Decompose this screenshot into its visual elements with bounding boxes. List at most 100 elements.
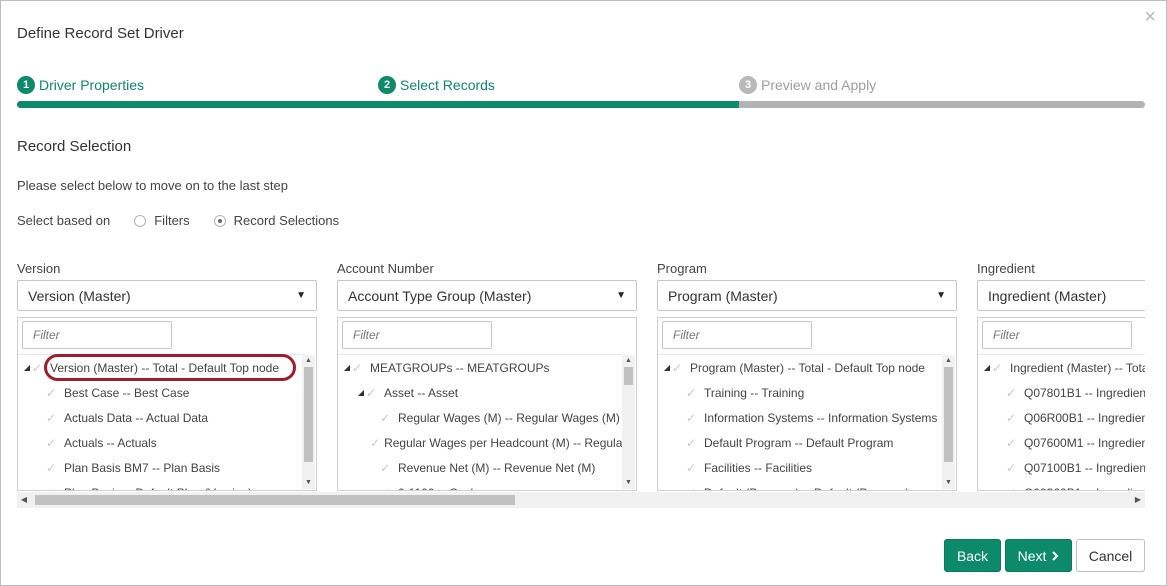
tree-row[interactable]: ✓ Default (Program) -- Default (Program): [658, 480, 942, 491]
tree-row-label: Facilities -- Facilities: [704, 460, 813, 475]
step-select-records[interactable]: 2 Select Records: [378, 76, 495, 94]
check-icon[interactable]: ✓: [46, 436, 60, 450]
filter-input[interactable]: [22, 321, 172, 349]
tree-row-label: Plan Basis BM7 -- Plan Basis: [64, 460, 221, 475]
column-version: VersionVersion (Master)▼◢✓Version (Maste…: [17, 260, 317, 491]
tree-row[interactable]: ◢ ✓ Program (Master) -- Total - Default To…: [658, 355, 942, 380]
scroll-down-icon[interactable]: ▼: [942, 477, 955, 489]
check-icon[interactable]: ✓: [380, 411, 394, 425]
tree-row-label: Regular Wages per Headcount (M) -- Regul…: [384, 435, 622, 450]
select-based-on-row: Select based on Filters Record Selection…: [17, 213, 339, 228]
check-icon[interactable]: ✓: [992, 361, 1006, 375]
radio-button[interactable]: [134, 214, 147, 227]
next-button[interactable]: Next: [1005, 539, 1072, 572]
expand-icon[interactable]: ◢: [982, 363, 992, 372]
check-icon[interactable]: ✓: [1006, 461, 1020, 475]
filter-input[interactable]: [982, 321, 1132, 349]
scroll-left-icon[interactable]: ◀: [17, 492, 31, 508]
expand-icon[interactable]: ◢: [22, 363, 32, 372]
tree-row[interactable]: ✓ Q06R00B1 -- Ingredient: [978, 405, 1145, 430]
check-icon[interactable]: ✓: [46, 486, 60, 491]
horizontal-scrollbar[interactable]: ◀ ▶: [17, 492, 1145, 508]
tree-row-label: Ingredient (Master) -- Total - Default T…: [1010, 360, 1145, 375]
tree-row[interactable]: ✓ Q07100B1 -- Ingredient: [978, 455, 1145, 480]
tree-row[interactable]: ✓ Best Case -- Best Case: [18, 380, 302, 405]
expand-icon[interactable]: ◢: [356, 388, 366, 397]
close-icon[interactable]: ×: [1144, 7, 1156, 27]
check-icon[interactable]: ✓: [380, 461, 394, 475]
check-icon[interactable]: ✓: [46, 386, 60, 400]
tree-row-label: Actuals -- Actuals: [64, 435, 157, 450]
check-icon[interactable]: ✓: [352, 361, 366, 375]
check-icon[interactable]: ✓: [672, 361, 686, 375]
check-icon[interactable]: ✓: [380, 486, 394, 491]
tree-row[interactable]: ◢✓ Ingredient (Master) -- Total - Default…: [978, 355, 1145, 380]
hierarchy-dropdown[interactable]: Ingredient (Master)▼: [977, 280, 1145, 311]
radio-filters[interactable]: Filters: [134, 213, 190, 228]
tree-row[interactable]: ✓ Training -- Training: [658, 380, 942, 405]
filter-input[interactable]: [342, 321, 492, 349]
tree-row[interactable]: ✓ Revenue Net (M) -- Revenue Net (M): [338, 455, 622, 480]
tree-row-label: Plan Basis -- Default Plan (Version): [64, 486, 252, 491]
cancel-button-label: Cancel: [1088, 547, 1133, 564]
scroll-thumb[interactable]: [944, 367, 953, 462]
scroll-thumb[interactable]: [624, 367, 633, 385]
vertical-scrollbar[interactable]: ▲ ▼: [302, 355, 315, 489]
tree-row[interactable]: ✓ 0-1100 -- Cash: [338, 480, 622, 491]
expand-icon[interactable]: ◢: [662, 363, 672, 372]
expand-icon[interactable]: ◢: [342, 363, 352, 372]
tree-row[interactable]: ✓ Q07801B1 -- Ingredient: [978, 380, 1145, 405]
check-icon[interactable]: ✓: [686, 486, 700, 491]
tree-row[interactable]: ◢ ✓ MEATGROUPs -- MEATGROUPs: [338, 355, 622, 380]
tree-row[interactable]: ◢ ✓ Asset -- Asset: [338, 380, 622, 405]
scroll-up-icon[interactable]: ▲: [622, 355, 635, 367]
check-icon[interactable]: ✓: [686, 411, 700, 425]
scroll-up-icon[interactable]: ▲: [942, 355, 955, 367]
tree-row[interactable]: ✓ Default Program -- Default Program: [658, 430, 942, 455]
back-button[interactable]: Back: [944, 539, 1001, 572]
check-icon[interactable]: ✓: [1006, 436, 1020, 450]
check-icon[interactable]: ✓: [1006, 486, 1020, 491]
scroll-down-icon[interactable]: ▼: [302, 477, 315, 489]
check-icon[interactable]: ✓: [366, 386, 380, 400]
check-icon[interactable]: ✓: [46, 411, 60, 425]
check-icon[interactable]: ✓: [686, 436, 700, 450]
tree-row[interactable]: ✓ Actuals -- Actuals: [18, 430, 302, 455]
tree-row[interactable]: ✓ Q07600M1 -- Ingredient: [978, 430, 1145, 455]
scroll-thumb[interactable]: [304, 367, 313, 462]
hierarchy-dropdown[interactable]: Account Type Group (Master) ▼: [337, 280, 637, 311]
radio-button[interactable]: [213, 214, 226, 227]
tree-row[interactable]: ✓ Plan Basis BM7 -- Plan Basis: [18, 455, 302, 480]
tree-row[interactable]: ✓ Plan Basis -- Default Plan (Version): [18, 480, 302, 491]
check-icon[interactable]: ✓: [46, 461, 60, 475]
tree-row[interactable]: ✓ Regular Wages (M) -- Regular Wages (M): [338, 405, 622, 430]
hierarchy-dropdown[interactable]: Version (Master) ▼: [17, 280, 317, 311]
cancel-button[interactable]: Cancel: [1076, 539, 1145, 572]
tree-row[interactable]: ✓ Actuals Data -- Actual Data: [18, 405, 302, 430]
check-icon[interactable]: ✓: [32, 361, 46, 375]
tree-row[interactable]: ✓ Facilities -- Facilities: [658, 455, 942, 480]
step-preview-and-apply: 3 Preview and Apply: [739, 76, 876, 94]
check-icon[interactable]: ✓: [686, 386, 700, 400]
hierarchy-dropdown[interactable]: Program (Master) ▼: [657, 280, 957, 311]
scroll-thumb[interactable]: [35, 495, 515, 505]
check-icon[interactable]: ✓: [1006, 411, 1020, 425]
check-icon[interactable]: ✓: [1006, 386, 1020, 400]
scroll-up-icon[interactable]: ▲: [302, 355, 315, 367]
check-icon[interactable]: ✓: [686, 461, 700, 475]
check-icon[interactable]: ✓: [370, 436, 380, 450]
vertical-scrollbar[interactable]: ▲ ▼: [622, 355, 635, 489]
tree-row[interactable]: ✓ Q09360B1 -- Ingredient: [978, 480, 1145, 491]
radio-record-selections[interactable]: Record Selections: [213, 213, 340, 228]
scroll-down-icon[interactable]: ▼: [622, 477, 635, 489]
scroll-right-icon[interactable]: ▶: [1131, 492, 1145, 508]
step-number: 1: [17, 76, 35, 94]
tree-row[interactable]: ✓ Information Systems -- Information Syst…: [658, 405, 942, 430]
tree-row[interactable]: ◢ ✓ Version (Master) -- Total - Default To…: [18, 355, 302, 380]
tree-row[interactable]: ✓ Regular Wages per Headcount (M) -- Regu…: [338, 430, 622, 455]
tree-list: ◢ ✓ Program (Master) -- Total - Default To…: [658, 354, 942, 490]
step-driver-properties[interactable]: 1 Driver Properties: [17, 76, 144, 94]
vertical-scrollbar[interactable]: ▲ ▼: [942, 355, 955, 489]
radio-label: Record Selections: [233, 213, 340, 228]
filter-input[interactable]: [662, 321, 812, 349]
